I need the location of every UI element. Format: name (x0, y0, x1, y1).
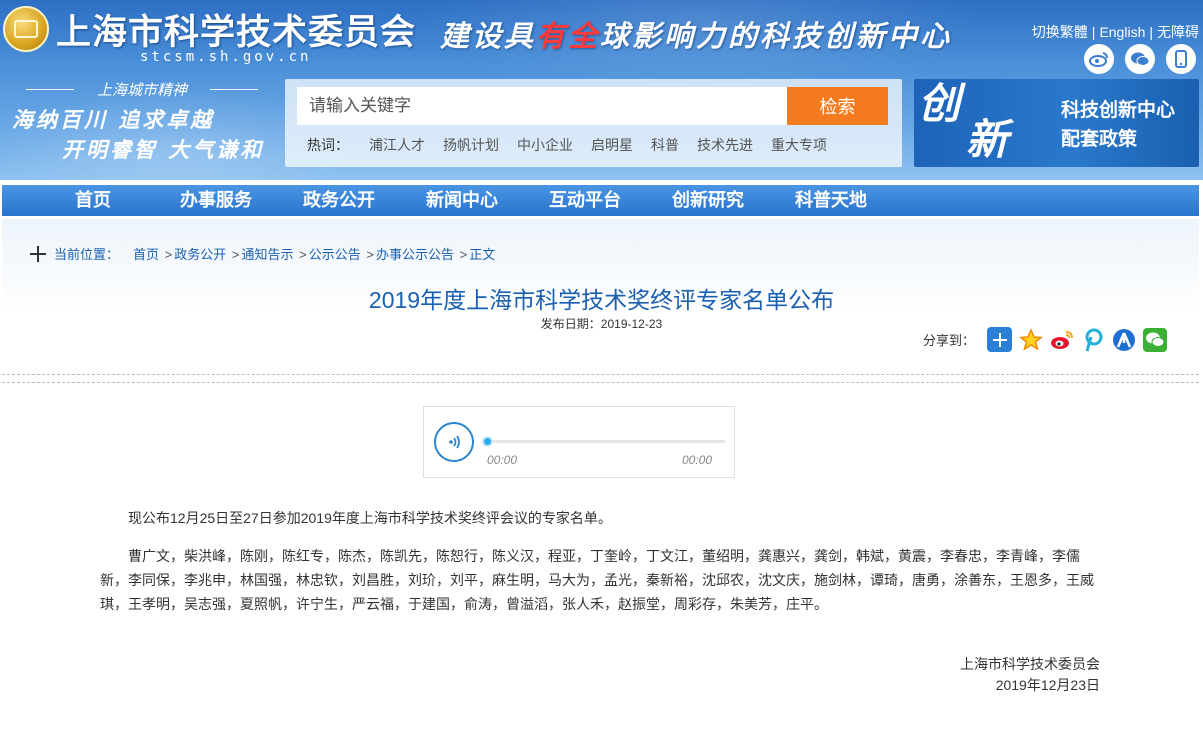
nav-item-government-affairs[interactable]: 政务公开 (303, 185, 375, 216)
audio-progress-handle[interactable] (482, 436, 493, 447)
audio-progress-track[interactable] (487, 440, 725, 443)
search-panel: 检索 热词： 浦江人才 扬帆计划 中小企业 启明星 科普 技术先进 重大专项 (285, 79, 902, 167)
divider (2, 382, 1199, 383)
breadcrumb-item-home[interactable]: 首页 (133, 247, 159, 262)
mobile-icon[interactable] (1166, 44, 1196, 74)
breadcrumb-item-notices[interactable]: 通知告示 (241, 247, 293, 262)
weibo-icon[interactable] (1084, 44, 1114, 74)
location-icon (30, 246, 46, 262)
breadcrumb-separator: > (366, 247, 374, 262)
audio-play-icon[interactable] (434, 422, 474, 462)
qzone-icon[interactable] (1018, 327, 1043, 352)
hot-keyword[interactable]: 启明星 (591, 137, 633, 153)
breadcrumb-separator: > (459, 247, 468, 262)
hot-keywords: 热词： 浦江人才 扬帆计划 中小企业 启明星 科普 技术先进 重大专项 (307, 135, 845, 155)
share-label: 分享到： (922, 333, 975, 348)
wechat-icon[interactable] (1125, 44, 1155, 74)
slogan-part1: 建设具 (440, 19, 537, 53)
nav-item-interaction[interactable]: 互动平台 (549, 185, 621, 216)
nav-item-news[interactable]: 新闻中心 (426, 185, 498, 216)
site-title[interactable]: 上海市科学技术委员会 (56, 4, 416, 55)
link-accessibility[interactable]: 无障碍 (1157, 24, 1199, 40)
banner-line-1: 科技创新中心 (1061, 100, 1176, 121)
share-more-icon[interactable] (987, 327, 1012, 352)
site-header: 上海市科学技术委员会 stcsm.sh.gov.cn 建设具有全球影响力的科技创… (0, 0, 1203, 180)
audio-current-time: 00:00 (487, 453, 518, 467)
expert-name-list: 曹广文，柴洪峰，陈刚，陈红专，陈杰，陈凯先，陈恕行，陈义汉，程亚，丁奎岭，丁文江… (100, 548, 1094, 612)
link-separator: | (1149, 24, 1153, 40)
article-intro: 现公布12月25日至27日参加2019年度上海市科学技术奖终评会议的专家名单。 (128, 510, 612, 526)
city-spirit-title: 上海城市精神 (22, 79, 262, 100)
renren-icon[interactable] (1111, 327, 1136, 352)
link-separator: | (1091, 24, 1096, 40)
sina-weibo-icon[interactable] (1049, 327, 1074, 352)
banner-char-2: 新 (966, 115, 1009, 164)
slogan-highlight: 有全 (536, 19, 601, 53)
banner-line-2: 配套政策 (1061, 129, 1138, 150)
share-bar: 分享到： (923, 327, 1167, 352)
nav-item-home[interactable]: 首页 (75, 185, 111, 216)
top-links: 切换繁體 | English | 无障碍 (1032, 22, 1199, 42)
pinterest-icon[interactable] (1080, 327, 1105, 352)
hot-keyword[interactable]: 扬帆计划 (443, 137, 499, 153)
divider (2, 374, 1199, 375)
site-domain: stcsm.sh.gov.cn (140, 49, 312, 65)
banner-title: 创新 (918, 83, 1028, 161)
slogan-part2: 球影响力的科技创新中心 (600, 19, 953, 53)
breadcrumb-separator: > (299, 247, 307, 262)
nav-item-innovation-research[interactable]: 创新研究 (672, 185, 744, 216)
search-button[interactable]: 检索 (787, 87, 888, 125)
innovation-policy-banner[interactable]: 创新 科技创新中心 配套政策 (914, 79, 1199, 167)
hot-keyword[interactable]: 重大专项 (771, 137, 827, 153)
city-spirit-line-1: 海纳百川 追求卓越 (12, 107, 215, 132)
hot-keyword[interactable]: 浦江人才 (369, 137, 425, 153)
city-spirit-line-2: 开明睿智 大气谦和 (62, 137, 265, 162)
hot-keyword[interactable]: 中小企业 (517, 137, 573, 153)
main-nav: 首页 办事服务 政务公开 新闻中心 互动平台 创新研究 科普天地 (2, 185, 1199, 216)
audio-total-time: 00:00 (681, 453, 712, 467)
signature-organization: 上海市科学技术委员会 (960, 656, 1100, 672)
hot-keyword[interactable]: 科普 (651, 137, 679, 153)
search-input[interactable] (297, 87, 787, 125)
nav-item-science-popularization[interactable]: 科普天地 (795, 185, 867, 216)
breadcrumb: 当前位置： 首页 > 政务公开 > 通知告示 > 公示公告 > 办事公示公告 > 正文 (30, 244, 495, 263)
banner-char-1: 创 (918, 79, 961, 128)
breadcrumb-separator: > (164, 247, 173, 262)
breadcrumb-separator: > (231, 247, 240, 262)
hot-keywords-label: 热词： (307, 137, 349, 153)
shanghai-emblem-icon[interactable] (3, 6, 49, 52)
breadcrumb-item-announcements[interactable]: 公示公告 (309, 247, 361, 262)
nav-item-services[interactable]: 办事服务 (180, 185, 252, 216)
breadcrumb-item-current[interactable]: 正文 (469, 247, 495, 262)
wechat-share-icon[interactable] (1142, 327, 1167, 352)
link-english[interactable]: English (1099, 24, 1145, 40)
breadcrumb-item-government[interactable]: 政务公开 (174, 247, 226, 262)
audio-player: 00:00 00:00 (423, 406, 735, 478)
article-title: 2019年度上海市科学技术奖终评专家名单公布 (368, 287, 835, 313)
header-slogan: 建设具有全球影响力的科技创新中心 (440, 13, 952, 55)
link-traditional-chinese[interactable]: 切换繁體 (1032, 24, 1088, 40)
signature-date: 2019年12月23日 (995, 677, 1100, 693)
breadcrumb-label: 当前位置： (54, 247, 120, 262)
hot-keyword[interactable]: 技术先进 (697, 137, 753, 153)
breadcrumb-item-service-announcements[interactable]: 办事公示公告 (376, 247, 454, 262)
